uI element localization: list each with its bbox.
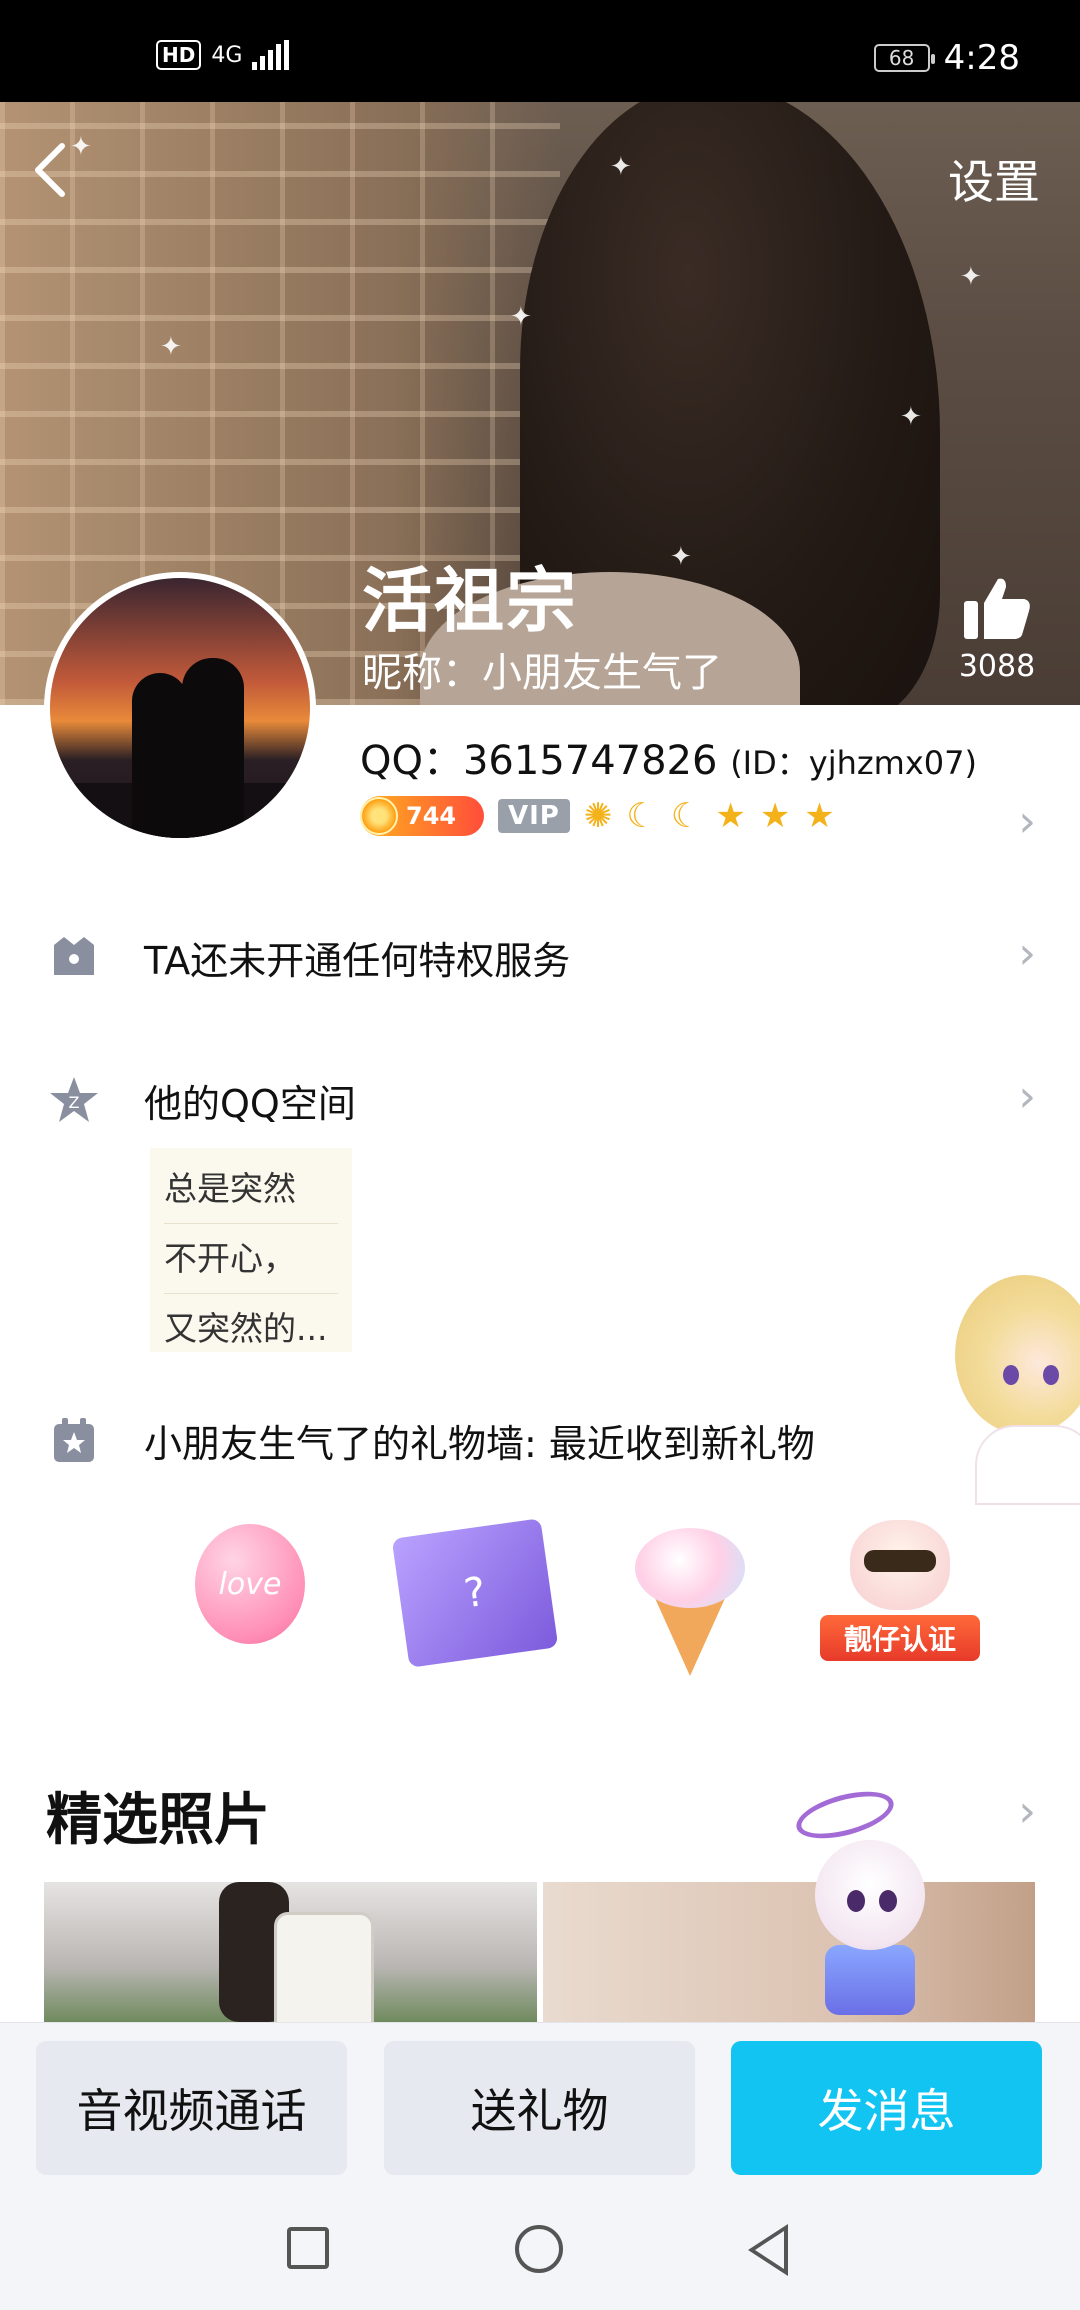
recents-icon[interactable] (287, 2227, 329, 2269)
chevron-right-icon: › (1018, 928, 1036, 979)
settings-button[interactable]: 设置 (948, 146, 1040, 212)
svg-text:Z: Z (69, 1093, 80, 1112)
qzone-preview[interactable]: 总是突然 不开心， 又突然的... (150, 1148, 352, 1352)
profile-name: 活祖宗 (362, 560, 578, 642)
send-gift-button[interactable]: 送礼物 (384, 2041, 695, 2175)
back-button[interactable] (30, 140, 80, 210)
status-right: 68 4:28 (873, 38, 1020, 78)
like-button[interactable]: 3088 (952, 575, 1042, 684)
level-badges[interactable]: 744 VIP ✺ ☾ ☾ ★ ★ ★ (360, 796, 835, 836)
status-bar: HD 4G 68 4:28 (0, 0, 1080, 102)
star-level-icon: ★ (759, 796, 791, 836)
featured-photos-title: 精选照片 (46, 1788, 270, 1853)
chevron-right-icon: › (1018, 1071, 1036, 1122)
book-icon: ? (391, 1518, 559, 1668)
chevron-right-icon[interactable]: › (1018, 1786, 1036, 1837)
home-icon[interactable] (515, 2225, 563, 2273)
sheep-mascot-sticker[interactable] (791, 1782, 945, 2020)
ice-cream-icon (630, 1518, 750, 1676)
featured-photo[interactable] (543, 1882, 1035, 2022)
sparkle-icon: ✦ (610, 152, 632, 182)
star-level-icon: ★ (804, 796, 835, 836)
sparkle-icon: ✦ (510, 302, 532, 332)
vip-badge: VIP (498, 799, 570, 833)
hd-icon: HD (156, 40, 202, 70)
avatar-figure (182, 658, 244, 838)
avatar[interactable] (44, 572, 316, 844)
action-bar: 音视频通话 送礼物 发消息 (0, 2022, 1080, 2190)
qq-number[interactable]: QQ：3615747826 (ID：yjhzmx07) (360, 728, 977, 786)
sun-level-icon: ✺ (583, 796, 613, 836)
system-nav-bar (0, 2190, 1080, 2310)
anime-girl-sticker[interactable] (955, 1255, 1080, 1505)
privilege-text: TA还未开通任何特权服务 (144, 938, 571, 983)
cool-badge-gift[interactable]: 靓仔认证 (820, 1508, 980, 1678)
signal-icon (252, 40, 290, 70)
level-badge: 744 (360, 796, 484, 836)
profile-nickname: 昵称：小朋友生气了 (362, 650, 722, 696)
battery-level: 68 (888, 46, 915, 70)
qq-id-text: (ID：yjhzmx07) (730, 744, 977, 782)
coin-icon (360, 797, 398, 835)
send-message-button[interactable]: 发消息 (731, 2041, 1042, 2175)
ice-cream-gift[interactable] (610, 1508, 760, 1678)
sparkle-icon: ✦ (960, 262, 982, 292)
qzone-star-icon: Z (46, 1072, 102, 1128)
sparkle-icon: ✦ (670, 542, 692, 572)
like-count: 3088 (958, 649, 1036, 684)
quote-line: 总是突然 (164, 1154, 338, 1224)
clock: 4:28 (943, 38, 1020, 78)
chevron-right-icon[interactable]: › (1018, 796, 1036, 847)
moon-level-icon: ☾ (626, 796, 657, 836)
av-call-button[interactable]: 音视频通话 (36, 2041, 347, 2175)
quote-line: 不开心， (164, 1224, 338, 1294)
moon-level-icon: ☾ (670, 796, 702, 836)
qzone-text: 他的QQ空间 (144, 1081, 356, 1126)
featured-photo[interactable] (44, 1882, 537, 2022)
level-number: 744 (406, 802, 457, 830)
network-gen: 4G (211, 42, 243, 68)
avatar-figure (132, 673, 188, 838)
sparkle-icon: ✦ (900, 402, 922, 432)
qq-number-text: QQ：3615747826 (360, 738, 718, 784)
sparkle-icon: ✦ (160, 332, 182, 362)
privilege-row[interactable]: TA还未开通任何特权服务 › (0, 912, 1080, 1002)
gift-list: love ? 靓仔认证 (190, 1508, 980, 1678)
thumbs-up-icon (964, 578, 1030, 639)
quote-line: 又突然的... (164, 1294, 338, 1352)
back-nav-icon[interactable] (748, 2224, 788, 2276)
balloon-gift[interactable]: love (190, 1508, 340, 1678)
gift-star-icon (46, 1412, 102, 1468)
gift-wall-text: 小朋友生气了的礼物墙: 最近收到新礼物 (144, 1421, 815, 1466)
star-level-icon: ★ (715, 796, 746, 836)
cool-badge-icon: 靓仔认证 (820, 1520, 980, 1670)
cool-badge-label: 靓仔认证 (820, 1615, 980, 1661)
qzone-row[interactable]: Z 他的QQ空间 › (0, 1055, 1080, 1145)
gift-wall-row[interactable]: 小朋友生气了的礼物墙: 最近收到新礼物 (0, 1395, 1080, 1485)
balloon-icon: love (195, 1524, 305, 1644)
chevron-left-icon (35, 143, 65, 197)
magic-book-gift[interactable]: ? (391, 1508, 559, 1678)
battery-icon: 68 (873, 44, 935, 72)
network-indicators: HD 4G (156, 40, 290, 70)
crown-icon (46, 929, 102, 985)
